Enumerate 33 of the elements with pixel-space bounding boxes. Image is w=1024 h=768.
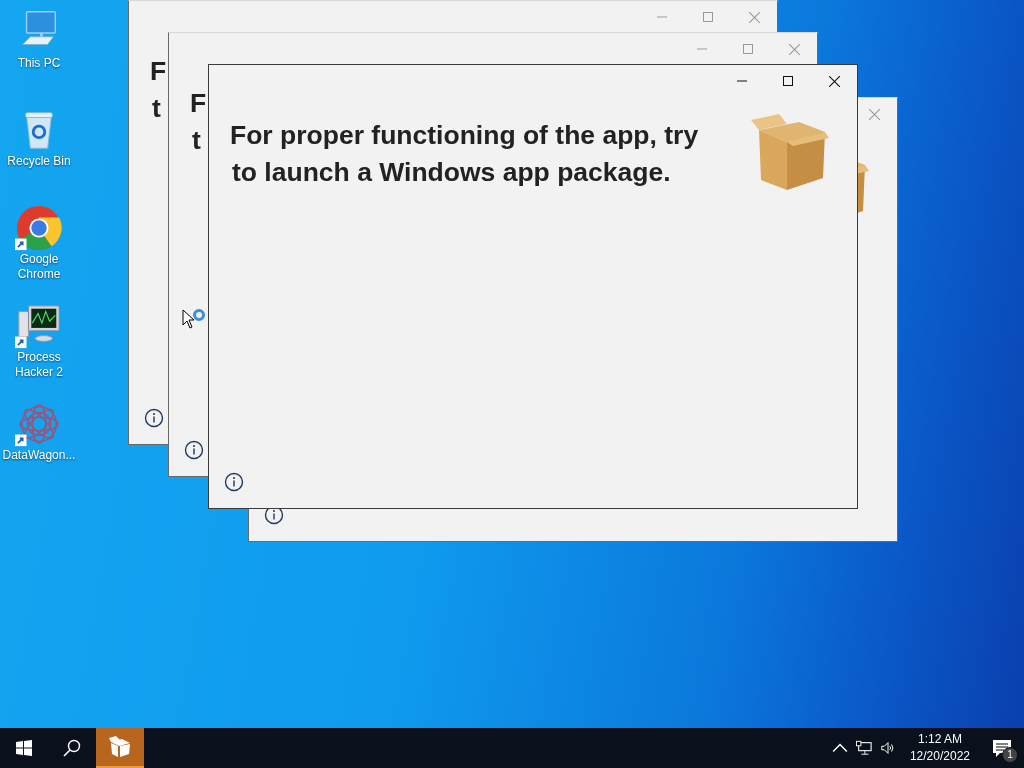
message-text: t <box>191 124 202 157</box>
info-icon[interactable] <box>224 472 244 492</box>
icon-label[interactable]: DataWagon... <box>0 448 78 463</box>
message-text: For proper functioning of the app, try <box>230 119 699 152</box>
message-text: F <box>190 87 207 120</box>
network-icon[interactable] <box>855 740 872 756</box>
monitor-icon[interactable] <box>15 302 63 350</box>
maximize-icon <box>743 44 753 54</box>
browser-icon[interactable] <box>15 204 63 252</box>
notification-count: 1 <box>1002 747 1018 763</box>
message-text: t <box>151 92 162 125</box>
close-icon <box>868 108 880 120</box>
info-icon[interactable] <box>144 408 164 428</box>
icon-label[interactable]: Recycle Bin <box>5 154 73 169</box>
icon-label[interactable]: Process Hacker 2 <box>0 350 78 380</box>
message-text: F <box>150 55 167 88</box>
speaker-icon[interactable] <box>879 740 896 756</box>
maximize-icon <box>783 76 793 86</box>
close-icon <box>788 43 800 55</box>
close-icon <box>748 11 760 23</box>
taskbar-app-button[interactable] <box>96 728 144 768</box>
windows-logo-icon <box>16 740 32 756</box>
icon-label[interactable]: This PC <box>15 56 63 71</box>
clock[interactable]: 1:12 AM 12/20/2022 <box>899 731 980 765</box>
icon-label[interactable]: Google Chrome <box>0 252 78 282</box>
search-icon <box>63 739 81 757</box>
maximize-icon <box>703 12 713 22</box>
message-text: to launch a Windows app package. <box>231 156 672 189</box>
notification-button[interactable]: 1 <box>980 728 1024 768</box>
info-icon[interactable] <box>184 440 204 460</box>
box-icon <box>108 735 132 759</box>
close-icon <box>828 75 840 87</box>
busy-cursor-icon <box>182 309 208 331</box>
